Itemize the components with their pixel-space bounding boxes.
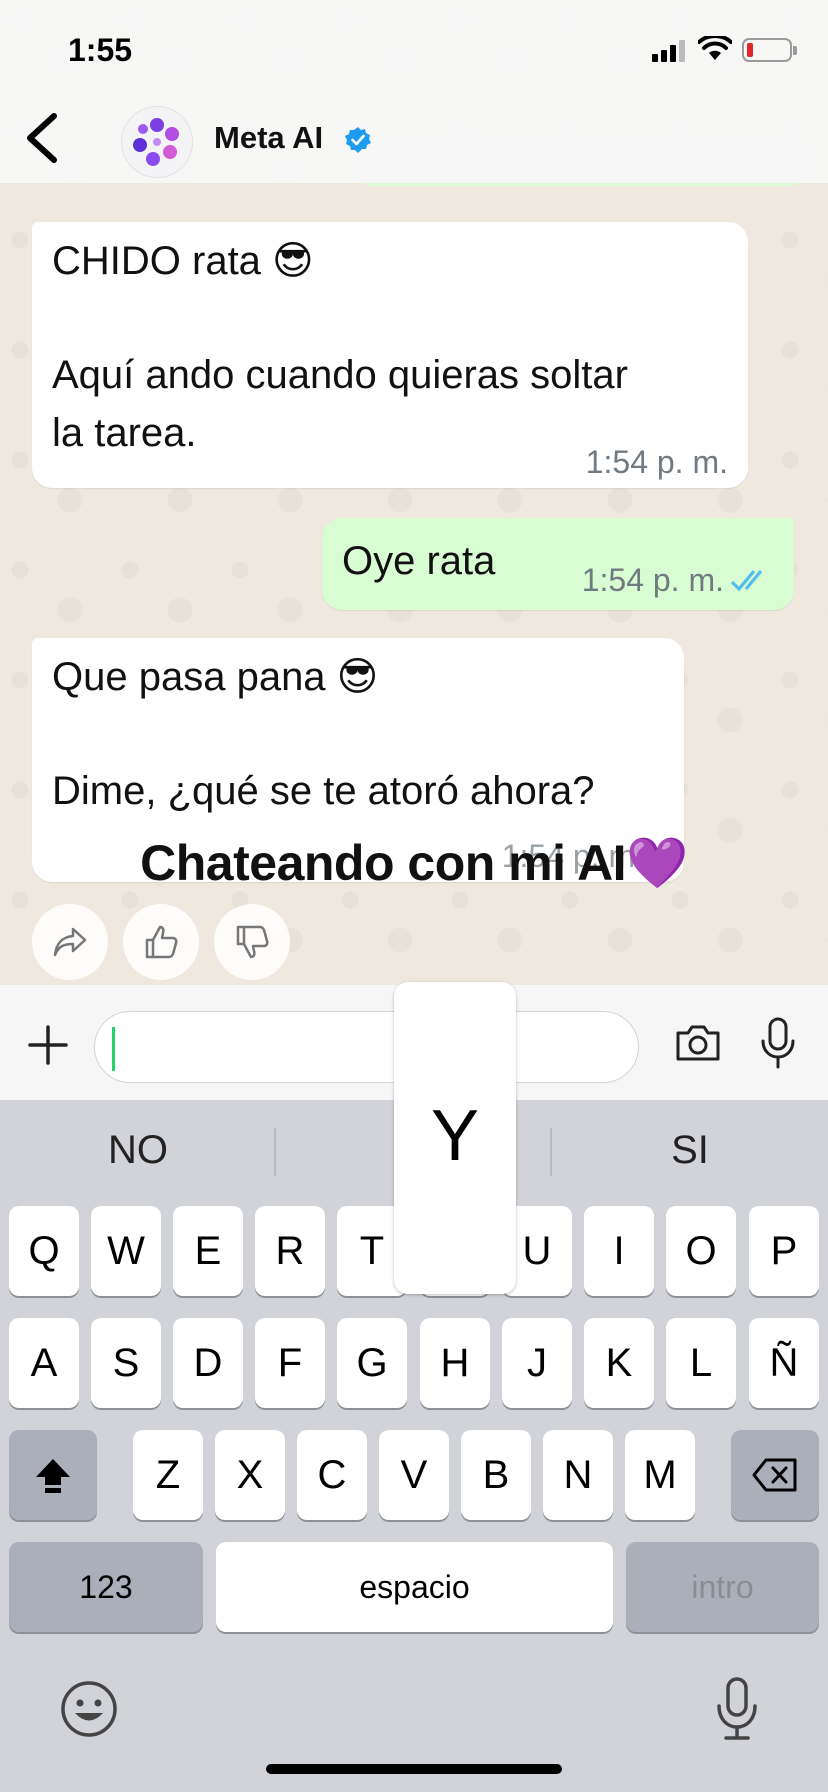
key-w[interactable]: W xyxy=(91,1206,161,1296)
key-n[interactable]: N xyxy=(543,1430,613,1520)
key-j[interactable]: J xyxy=(502,1318,572,1408)
key-s[interactable]: S xyxy=(91,1318,161,1408)
like-button[interactable] xyxy=(123,904,199,980)
message-text: CHIDO rata 😎 xyxy=(52,239,314,283)
key-h[interactable]: H xyxy=(420,1318,490,1408)
key-l[interactable]: L xyxy=(666,1318,736,1408)
dictation-microphone-icon[interactable] xyxy=(714,1676,760,1742)
avatar[interactable] xyxy=(121,106,193,178)
message-text: Dime, ¿qué se te atoró ahora? xyxy=(52,769,595,813)
share-icon xyxy=(53,927,87,957)
message-input[interactable] xyxy=(94,1011,639,1083)
emoji-icon[interactable] xyxy=(60,1680,118,1738)
chat-header: 1:55 Meta AI xyxy=(0,0,828,183)
voice-message-button[interactable] xyxy=(758,1017,798,1074)
shift-key[interactable] xyxy=(9,1430,97,1520)
message-bubble-incoming[interactable]: CHIDO rata 😎 Aquí ando cuando quieras so… xyxy=(32,222,748,488)
key-f[interactable]: F xyxy=(255,1318,325,1408)
camera-button[interactable] xyxy=(674,1023,722,1068)
double-check-icon xyxy=(730,569,763,592)
key-p[interactable]: P xyxy=(749,1206,819,1296)
meta-ai-logo-icon xyxy=(133,118,179,166)
attach-button[interactable] xyxy=(28,1025,68,1065)
thumbs-up-icon xyxy=(145,925,178,959)
text-caret xyxy=(112,1027,115,1071)
forward-button[interactable] xyxy=(32,904,108,980)
numbers-key[interactable]: 123 xyxy=(9,1542,203,1632)
key-z[interactable]: Z xyxy=(133,1430,203,1520)
message-time: 1:54 p. m. xyxy=(585,444,728,480)
key-preview-label: Y xyxy=(430,1096,480,1176)
key-c[interactable]: C xyxy=(297,1430,367,1520)
suggestion-item[interactable]: SI xyxy=(570,1128,810,1173)
key-i[interactable]: I xyxy=(584,1206,654,1296)
key-b[interactable]: B xyxy=(461,1430,531,1520)
status-time: 1:55 xyxy=(68,32,133,68)
key-k[interactable]: K xyxy=(584,1318,654,1408)
key-e[interactable]: E xyxy=(173,1206,243,1296)
key-g[interactable]: G xyxy=(337,1318,407,1408)
battery-icon xyxy=(742,38,797,62)
home-indicator xyxy=(266,1764,562,1774)
video-caption-overlay: Chateando con mi AI💜 xyxy=(140,835,688,891)
microphone-icon xyxy=(761,1017,795,1069)
camera-icon xyxy=(676,1025,720,1061)
key-v[interactable]: V xyxy=(379,1430,449,1520)
message-text: Que pasa pana 😎 xyxy=(52,655,379,699)
thumbs-down-icon xyxy=(236,925,269,959)
cellular-signal-icon xyxy=(652,40,685,62)
key-q[interactable]: Q xyxy=(9,1206,79,1296)
key-enye[interactable]: Ñ xyxy=(749,1318,819,1408)
message-text: Aquí ando cuando quieras soltar xyxy=(52,353,628,397)
delete-key[interactable] xyxy=(731,1430,819,1520)
backspace-icon xyxy=(752,1458,797,1492)
back-button[interactable] xyxy=(22,110,66,166)
return-key[interactable]: intro xyxy=(626,1542,819,1632)
suggestion-divider xyxy=(274,1128,276,1176)
key-m[interactable]: M xyxy=(625,1430,695,1520)
contact-name[interactable]: Meta AI xyxy=(214,120,323,156)
key-d[interactable]: D xyxy=(173,1318,243,1408)
suggestion-item[interactable]: NO xyxy=(18,1128,258,1173)
suggestion-divider xyxy=(550,1128,552,1176)
dislike-button[interactable] xyxy=(214,904,290,980)
space-key[interactable]: espacio xyxy=(216,1542,613,1632)
key-a[interactable]: A xyxy=(9,1318,79,1408)
key-o[interactable]: O xyxy=(666,1206,736,1296)
key-x[interactable]: X xyxy=(215,1430,285,1520)
chevron-left-icon xyxy=(27,113,57,163)
wifi-icon xyxy=(698,36,732,60)
shift-arrow-icon xyxy=(36,1459,70,1493)
message-bubble-outgoing[interactable]: Oye rata 1:54 p. m. xyxy=(322,518,794,610)
plus-icon xyxy=(28,1025,68,1065)
verified-badge-icon xyxy=(345,127,371,153)
key-r[interactable]: R xyxy=(255,1206,325,1296)
message-time: 1:54 p. m. xyxy=(581,562,724,598)
